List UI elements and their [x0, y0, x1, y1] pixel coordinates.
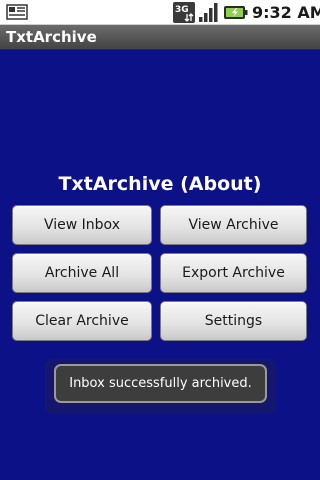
view-inbox-button[interactable]: View Inbox: [12, 205, 152, 245]
battery-charging-icon: [224, 6, 248, 19]
view-archive-button[interactable]: View Archive: [160, 205, 307, 245]
signal-strength-icon: [199, 3, 218, 22]
app-screen: 3G 9:32 AM TxtArchive TxtArchive (About)…: [0, 0, 320, 480]
app-title: TxtArchive: [6, 28, 97, 46]
settings-button[interactable]: Settings: [160, 301, 307, 341]
notification-icon: [6, 4, 28, 20]
page-title: TxtArchive (About): [58, 173, 262, 195]
3g-data-icon: 3G: [173, 2, 195, 23]
toast-message: Inbox successfully archived.: [54, 364, 267, 403]
title-bar: TxtArchive: [0, 25, 320, 50]
archive-all-button[interactable]: Archive All: [12, 253, 152, 293]
status-clock: 9:32 AM: [252, 3, 320, 22]
clear-archive-button[interactable]: Clear Archive: [12, 301, 152, 341]
export-archive-button[interactable]: Export Archive: [160, 253, 307, 293]
status-bar: 3G 9:32 AM: [0, 0, 320, 25]
network-label: 3G: [175, 5, 189, 15]
